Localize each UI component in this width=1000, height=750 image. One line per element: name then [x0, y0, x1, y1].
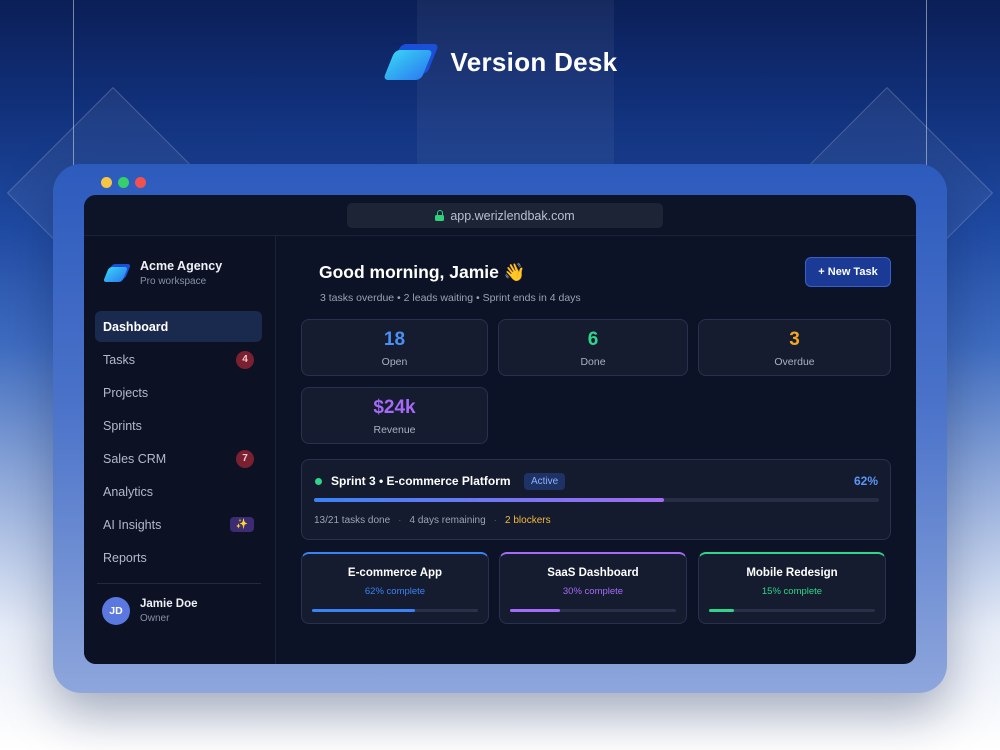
main-content: Good morning, Jamie 👋 3 tasks overdue • … [277, 236, 916, 664]
workspace-name: Acme Agency [140, 259, 223, 273]
sidebar-item-label: Tasks [103, 352, 135, 367]
browser-toolbar: app.werizlendbak.com [84, 195, 916, 236]
project-name: SaaS Dashboard [547, 567, 639, 579]
sidebar-divider [97, 583, 261, 584]
sidebar-item-reports[interactable]: Reports [95, 542, 262, 573]
sidebar-item-tasks[interactable]: Tasks 4 [95, 344, 262, 375]
separator-dot: · [493, 515, 498, 526]
project-percent: 30% complete [562, 586, 624, 597]
project-progress-bar [312, 609, 478, 612]
lock-icon [435, 210, 445, 221]
separator-dot: · [398, 515, 402, 526]
sidebar-item-label: Dashboard [103, 319, 169, 334]
workspace-switcher[interactable]: Acme Agency Pro workspace [102, 259, 223, 287]
sprint-percent: 62% [853, 474, 878, 488]
sidebar-item-label: Analytics [103, 484, 154, 499]
sprint-card[interactable]: Sprint 3 • E-commerce Platform Active 62… [301, 459, 891, 540]
window-controls [101, 177, 146, 188]
sprint-meta: 13/21 tasks done · 4 days remaining · 2 … [314, 515, 551, 526]
sidebar-item-sprints[interactable]: Sprints [95, 410, 262, 441]
sprint-blockers: 2 blockers [505, 515, 551, 526]
sidebar-item-analytics[interactable]: Analytics [95, 476, 262, 507]
stat-label: Revenue [373, 424, 416, 436]
sprint-tasks-done: 13/21 tasks done [314, 515, 391, 526]
workspace-logo-icon [102, 262, 132, 284]
stat-card-open[interactable]: 18 Open [301, 319, 488, 376]
project-progress-bar [510, 609, 676, 612]
decor-panel [417, 0, 614, 170]
stat-value: 18 [383, 329, 406, 350]
status-dot-icon [315, 478, 322, 485]
sprint-title: Sprint 3 • E-commerce Platform [331, 474, 511, 488]
project-name: E-commerce App [347, 567, 443, 579]
project-name: Mobile Redesign [746, 567, 838, 579]
page-subtitle: 3 tasks overdue • 2 leads waiting • Spri… [320, 292, 581, 304]
sparkle-icon: ✨ [230, 517, 254, 532]
sidebar-item-sales-crm[interactable]: Sales CRM 7 [95, 443, 262, 474]
project-progress-fill [510, 609, 560, 612]
stat-value: 3 [789, 329, 800, 350]
sidebar-item-projects[interactable]: Projects [95, 377, 262, 408]
stat-value: $24k [373, 397, 416, 418]
sidebar-nav: Dashboard Tasks 4 Projects Sprints Sales… [95, 311, 262, 575]
project-progress-bar [709, 609, 875, 612]
stat-card-revenue[interactable]: $24k Revenue [301, 387, 488, 444]
stat-card-done[interactable]: 6 Done [498, 319, 688, 376]
project-percent: 15% complete [761, 586, 823, 597]
address-bar[interactable]: app.werizlendbak.com [347, 203, 663, 228]
sidebar-item-label: Projects [103, 385, 149, 400]
project-percent: 62% complete [364, 586, 426, 597]
avatar: JD [102, 597, 130, 625]
sprint-progress-bar [314, 498, 879, 502]
project-card-mobile-redesign[interactable]: Mobile Redesign 15% complete [698, 552, 886, 624]
new-task-button[interactable]: + New Task [805, 257, 891, 287]
stat-label: Done [580, 356, 606, 368]
stat-label: Overdue [774, 356, 815, 368]
sidebar-item-ai-insights[interactable]: AI Insights ✨ [95, 509, 262, 540]
minimize-button[interactable] [101, 177, 112, 188]
user-name: Jamie Doe [140, 598, 198, 610]
sidebar-item-label: Sales CRM [103, 451, 167, 466]
status-badge: Active [524, 473, 566, 490]
project-card-ecommerce-app[interactable]: E-commerce App 62% complete [301, 552, 489, 624]
sidebar-item-label: AI Insights [103, 517, 162, 532]
sprint-progress-fill [314, 498, 665, 502]
stat-card-overdue[interactable]: 3 Overdue [698, 319, 891, 376]
project-progress-fill [709, 609, 734, 612]
project-progress-fill [312, 609, 415, 612]
sidebar: Acme Agency Pro workspace Dashboard Task… [84, 236, 276, 664]
sales-crm-count-badge: 7 [236, 449, 254, 468]
browser-frame: app.werizlendbak.com Acme Agency Pro wor… [53, 164, 947, 693]
close-button[interactable] [135, 177, 146, 188]
stat-label: Open [381, 356, 408, 368]
user-role: Owner [140, 613, 170, 624]
sidebar-item-label: Sprints [103, 418, 142, 433]
url-text: app.werizlendbak.com [450, 208, 575, 223]
workspace-plan: Pro workspace [140, 276, 207, 287]
stat-value: 6 [587, 329, 599, 350]
page-title: Good morning, Jamie 👋 [319, 262, 526, 282]
project-card-saas-dashboard[interactable]: SaaS Dashboard 30% complete [499, 552, 687, 624]
sidebar-item-label: Reports [103, 550, 147, 565]
tasks-count-badge: 4 [236, 350, 254, 369]
brand-logo-icon [382, 40, 439, 84]
brand-name: Version Desk [450, 46, 618, 77]
user-profile[interactable]: JD Jamie Doe Owner [102, 597, 198, 625]
brand-header: Version Desk [0, 40, 1000, 84]
sprint-remaining: 4 days remaining [409, 515, 486, 526]
app-window: app.werizlendbak.com Acme Agency Pro wor… [84, 195, 916, 664]
sidebar-item-dashboard[interactable]: Dashboard [95, 311, 262, 342]
maximize-button[interactable] [118, 177, 129, 188]
